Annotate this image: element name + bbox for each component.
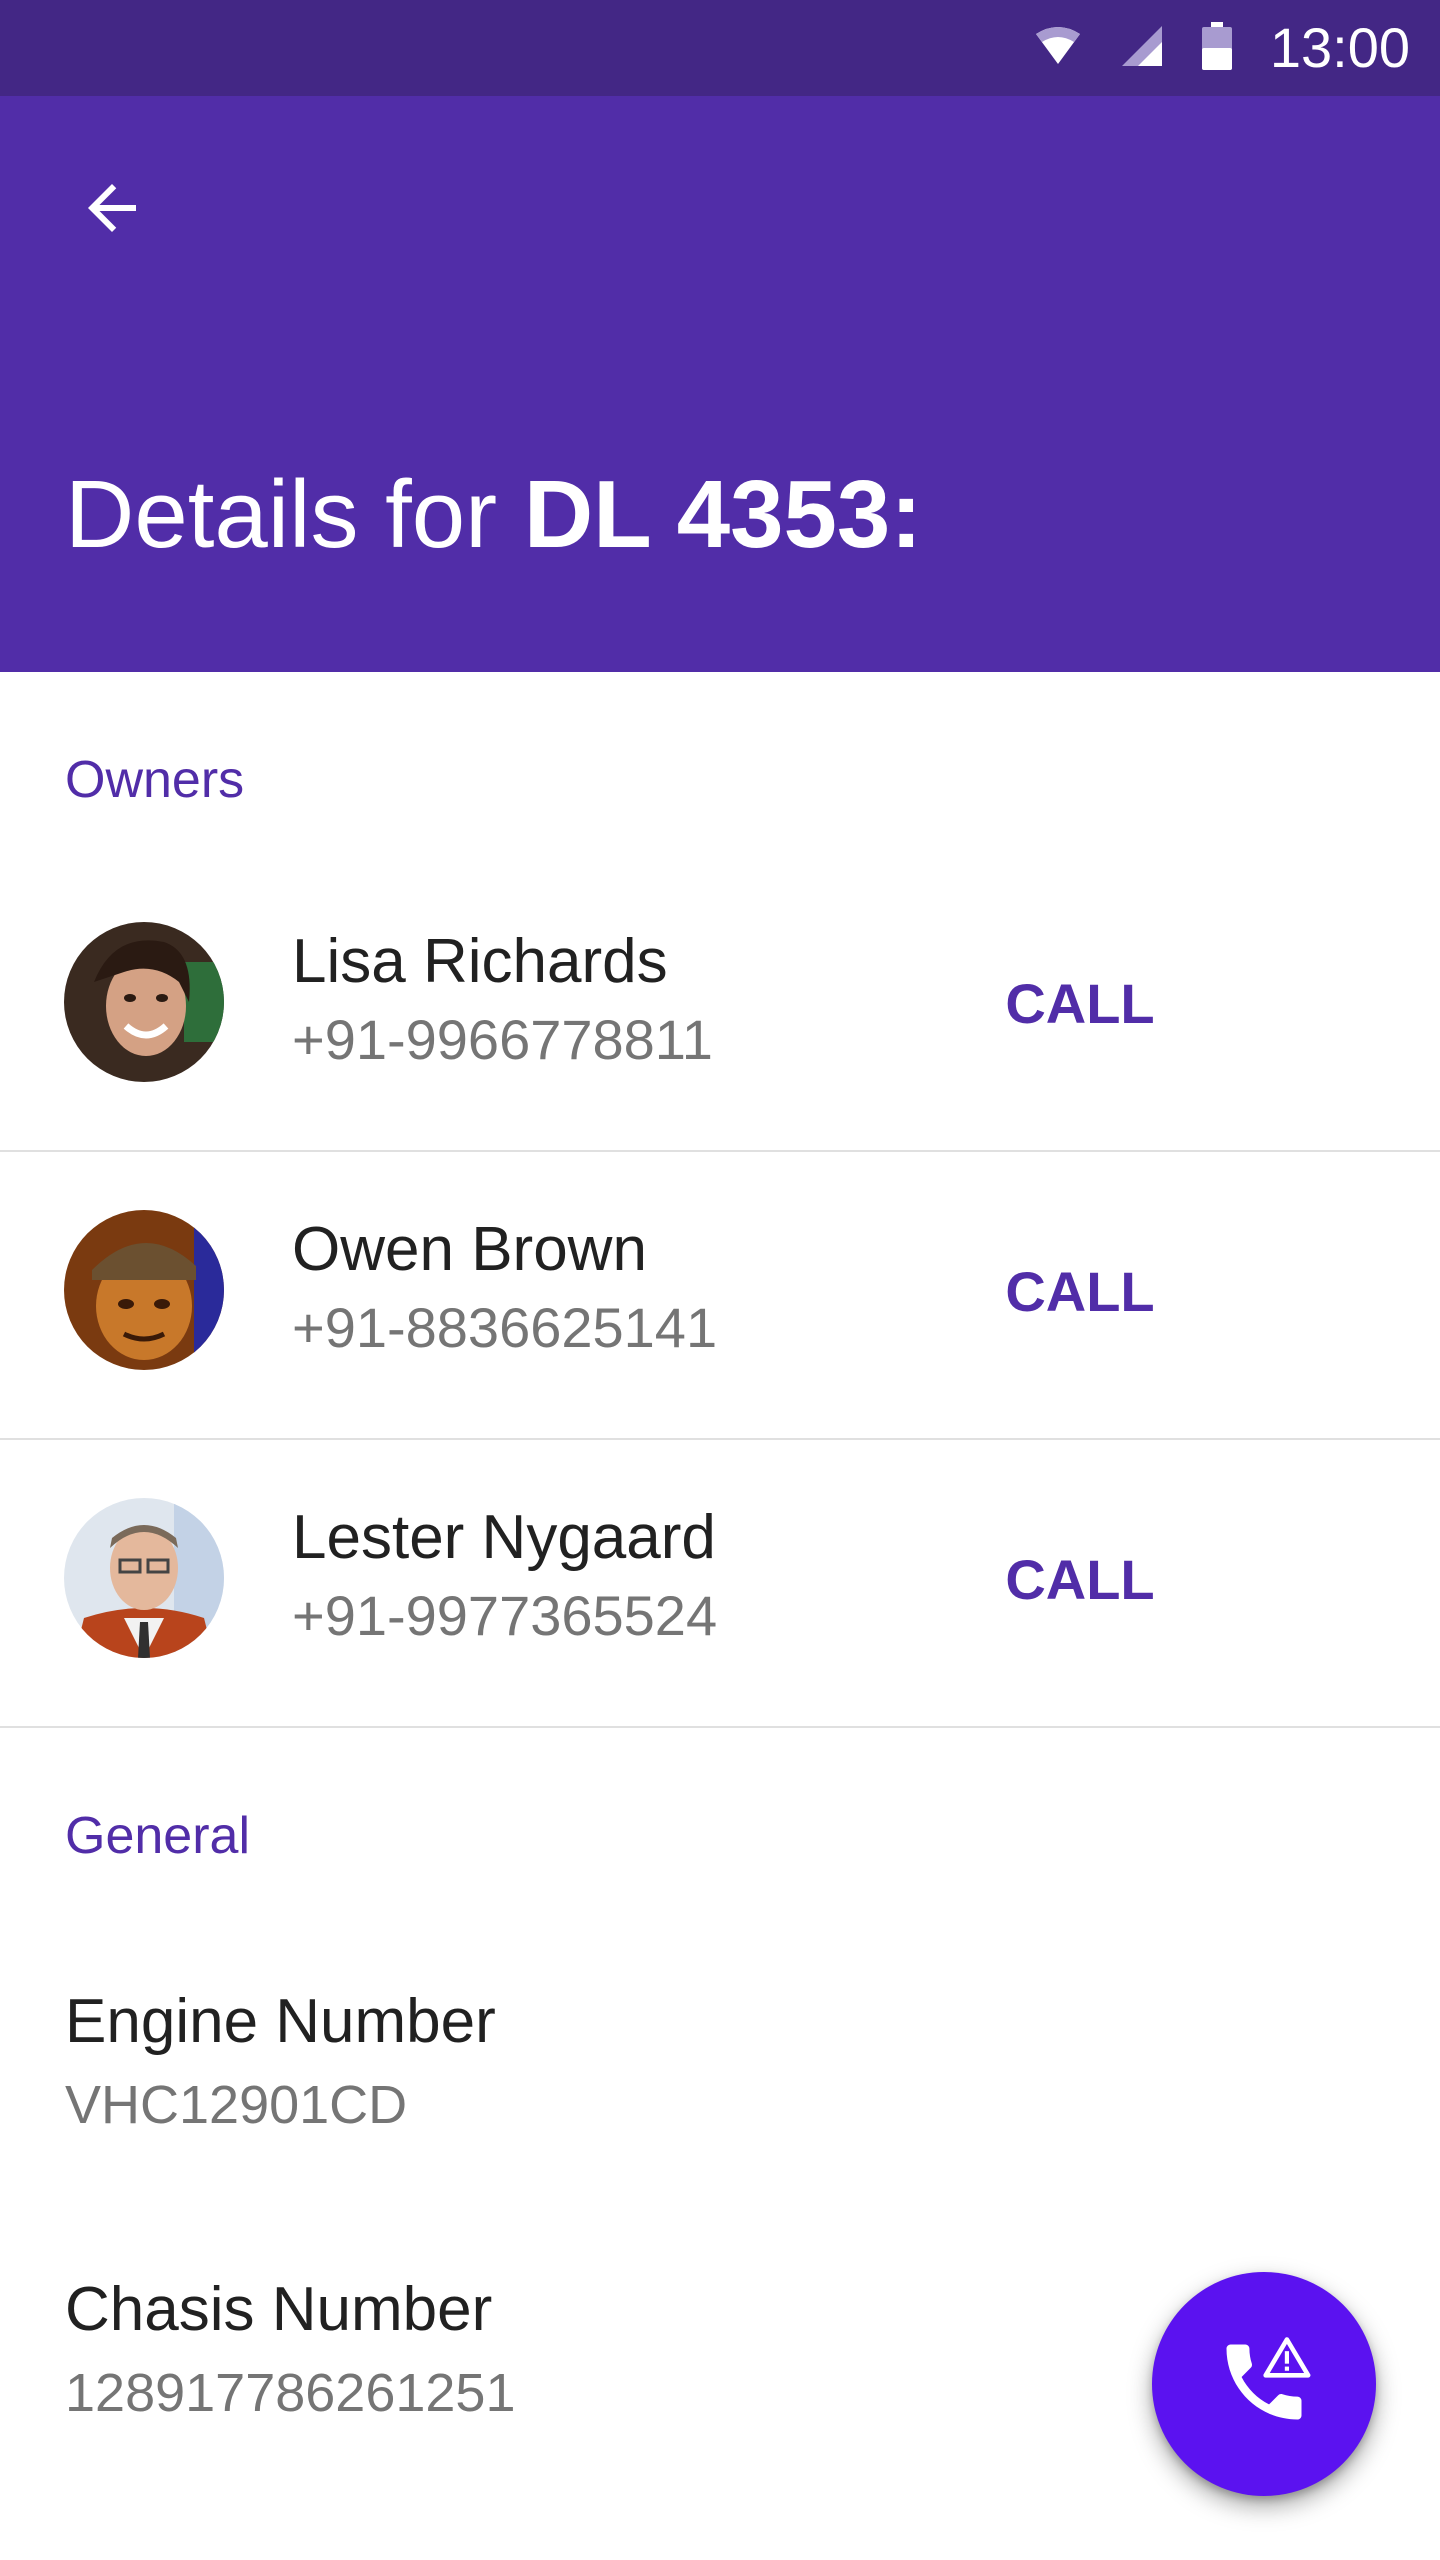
call-button-owen-brown[interactable]: CALL [1000,1248,1160,1336]
back-button[interactable] [52,150,172,270]
chasis-number-field: Chasis Number 128917786261251 [65,2272,965,2426]
owner-phone: +91-9966778811 [292,1008,713,1071]
avatar [64,1210,224,1370]
page-title-prefix: Details for [65,461,524,568]
avatar [64,1498,224,1658]
page-title: Details for DL 4353: [65,455,922,575]
wifi-icon [1034,26,1082,71]
owner-name: Owen Brown [292,1215,647,1284]
engine-number-field: Engine Number VHC12901CD [65,1984,965,2138]
field-label: Chasis Number [65,2275,493,2344]
phone-alert-icon [1214,2332,1314,2437]
battery-icon [1201,21,1232,75]
status-time: 13:00 [1269,16,1410,79]
owner-name: Lester Nygaard [292,1503,716,1572]
owner-phone: +91-8836625141 [292,1296,718,1359]
owner-phone: +91-9977365524 [292,1584,718,1647]
status-bar: 13:00 [0,0,1440,96]
arrow-back-icon [76,172,148,249]
signal-icon [1120,24,1164,73]
status-icons: 13:00 [1034,0,1410,96]
call-button-lester-nygaard[interactable]: CALL [1000,1536,1160,1624]
owner-row: Owen Brown +91-8836625141 CALL [0,1152,1440,1440]
owners-section-header: Owners [65,751,245,809]
owner-name: Lisa Richards [292,927,668,996]
emergency-call-fab[interactable] [1152,2272,1376,2496]
owner-row: Lisa Richards +91-9966778811 CALL [0,864,1440,1152]
avatar [64,922,224,1082]
field-value: VHC12901CD [65,2075,408,2135]
page-title-vehicle: DL 4353: [523,461,923,568]
general-section-header: General [65,1807,250,1865]
app-bar [0,96,1440,672]
field-value: 128917786261251 [65,2363,516,2423]
owner-row: Lester Nygaard +91-9977365524 CALL [0,1440,1440,1728]
field-label: Engine Number [65,1987,496,2056]
call-button-lisa-richards[interactable]: CALL [1000,960,1160,1048]
